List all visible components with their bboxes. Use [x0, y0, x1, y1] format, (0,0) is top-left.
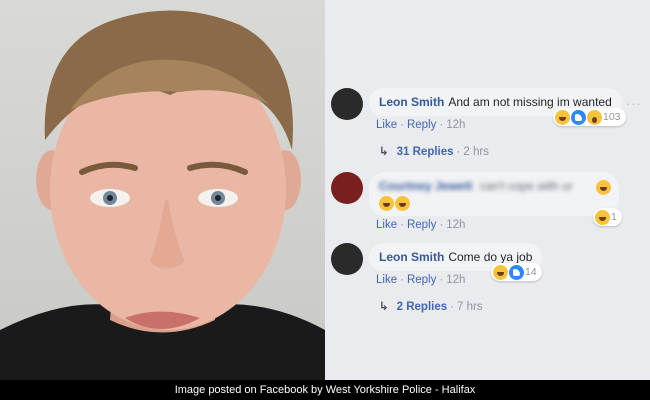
reaction-summary[interactable]: 1 — [593, 208, 622, 226]
like-icon — [571, 109, 586, 125]
mugshot-photo — [0, 0, 325, 380]
replies-time: 2 hrs — [463, 146, 489, 158]
replies-count[interactable]: 31 Replies — [397, 146, 454, 158]
haha-icon — [379, 196, 394, 211]
comment-author[interactable]: Leon Smith — [379, 95, 444, 109]
like-icon — [509, 264, 524, 280]
haha-icon — [595, 209, 610, 225]
haha-icon — [555, 109, 570, 125]
comment-actions: Like · Reply · 12h — [376, 219, 466, 231]
comment-bubble: Courtney Jewett can't cope with ur — [369, 172, 619, 216]
view-replies-link[interactable]: ↳ 2 Replies · 7 hrs — [379, 299, 483, 313]
comment-actions: Like · Reply · 12h — [376, 274, 466, 286]
comment-time[interactable]: 12h — [446, 219, 465, 231]
comment-text: And am not missing im wanted — [448, 95, 612, 109]
more-options-icon[interactable]: ··· — [626, 96, 642, 111]
comment-time[interactable]: 12h — [446, 119, 465, 131]
reaction-count: 1 — [611, 211, 617, 223]
portrait-illustration — [0, 10, 325, 380]
wow-icon — [587, 109, 602, 125]
facebook-comments-panel: ··· Leon Smith And am not missing im want… — [325, 0, 650, 380]
reply-link[interactable]: Reply — [407, 119, 436, 131]
replies-time: 7 hrs — [456, 301, 483, 313]
haha-icon — [493, 264, 508, 280]
comment-text: can't cope with ur — [479, 179, 573, 193]
reaction-summary[interactable]: 14 — [491, 263, 542, 281]
replies-count[interactable]: 2 Replies — [397, 301, 448, 313]
reaction-summary[interactable]: 103 — [553, 108, 626, 126]
view-replies-link[interactable]: ↳ 31 Replies · 2 hrs — [379, 144, 489, 158]
reply-link[interactable]: Reply — [407, 274, 436, 286]
avatar[interactable] — [331, 243, 363, 275]
comment-actions: Like · Reply · 12h — [376, 119, 466, 131]
comment-author[interactable]: Leon Smith — [379, 250, 444, 264]
haha-icon — [395, 196, 410, 211]
reply-arrow-icon: ↳ — [379, 301, 389, 313]
comment-author[interactable]: Courtney Jewett — [379, 179, 472, 193]
reaction-count: 103 — [603, 111, 621, 123]
like-link[interactable]: Like — [376, 119, 397, 131]
comment-time[interactable]: 12h — [446, 274, 465, 286]
comment-text: Come do ya job — [448, 250, 533, 264]
avatar[interactable] — [331, 88, 363, 120]
reply-arrow-icon: ↳ — [379, 146, 389, 158]
reaction-count: 14 — [525, 266, 537, 278]
haha-icon — [596, 180, 611, 195]
reply-link[interactable]: Reply — [407, 219, 436, 231]
like-link[interactable]: Like — [376, 274, 397, 286]
like-link[interactable]: Like — [376, 219, 397, 231]
image-caption: Image posted on Facebook by West Yorkshi… — [0, 380, 650, 400]
avatar[interactable] — [331, 172, 363, 204]
